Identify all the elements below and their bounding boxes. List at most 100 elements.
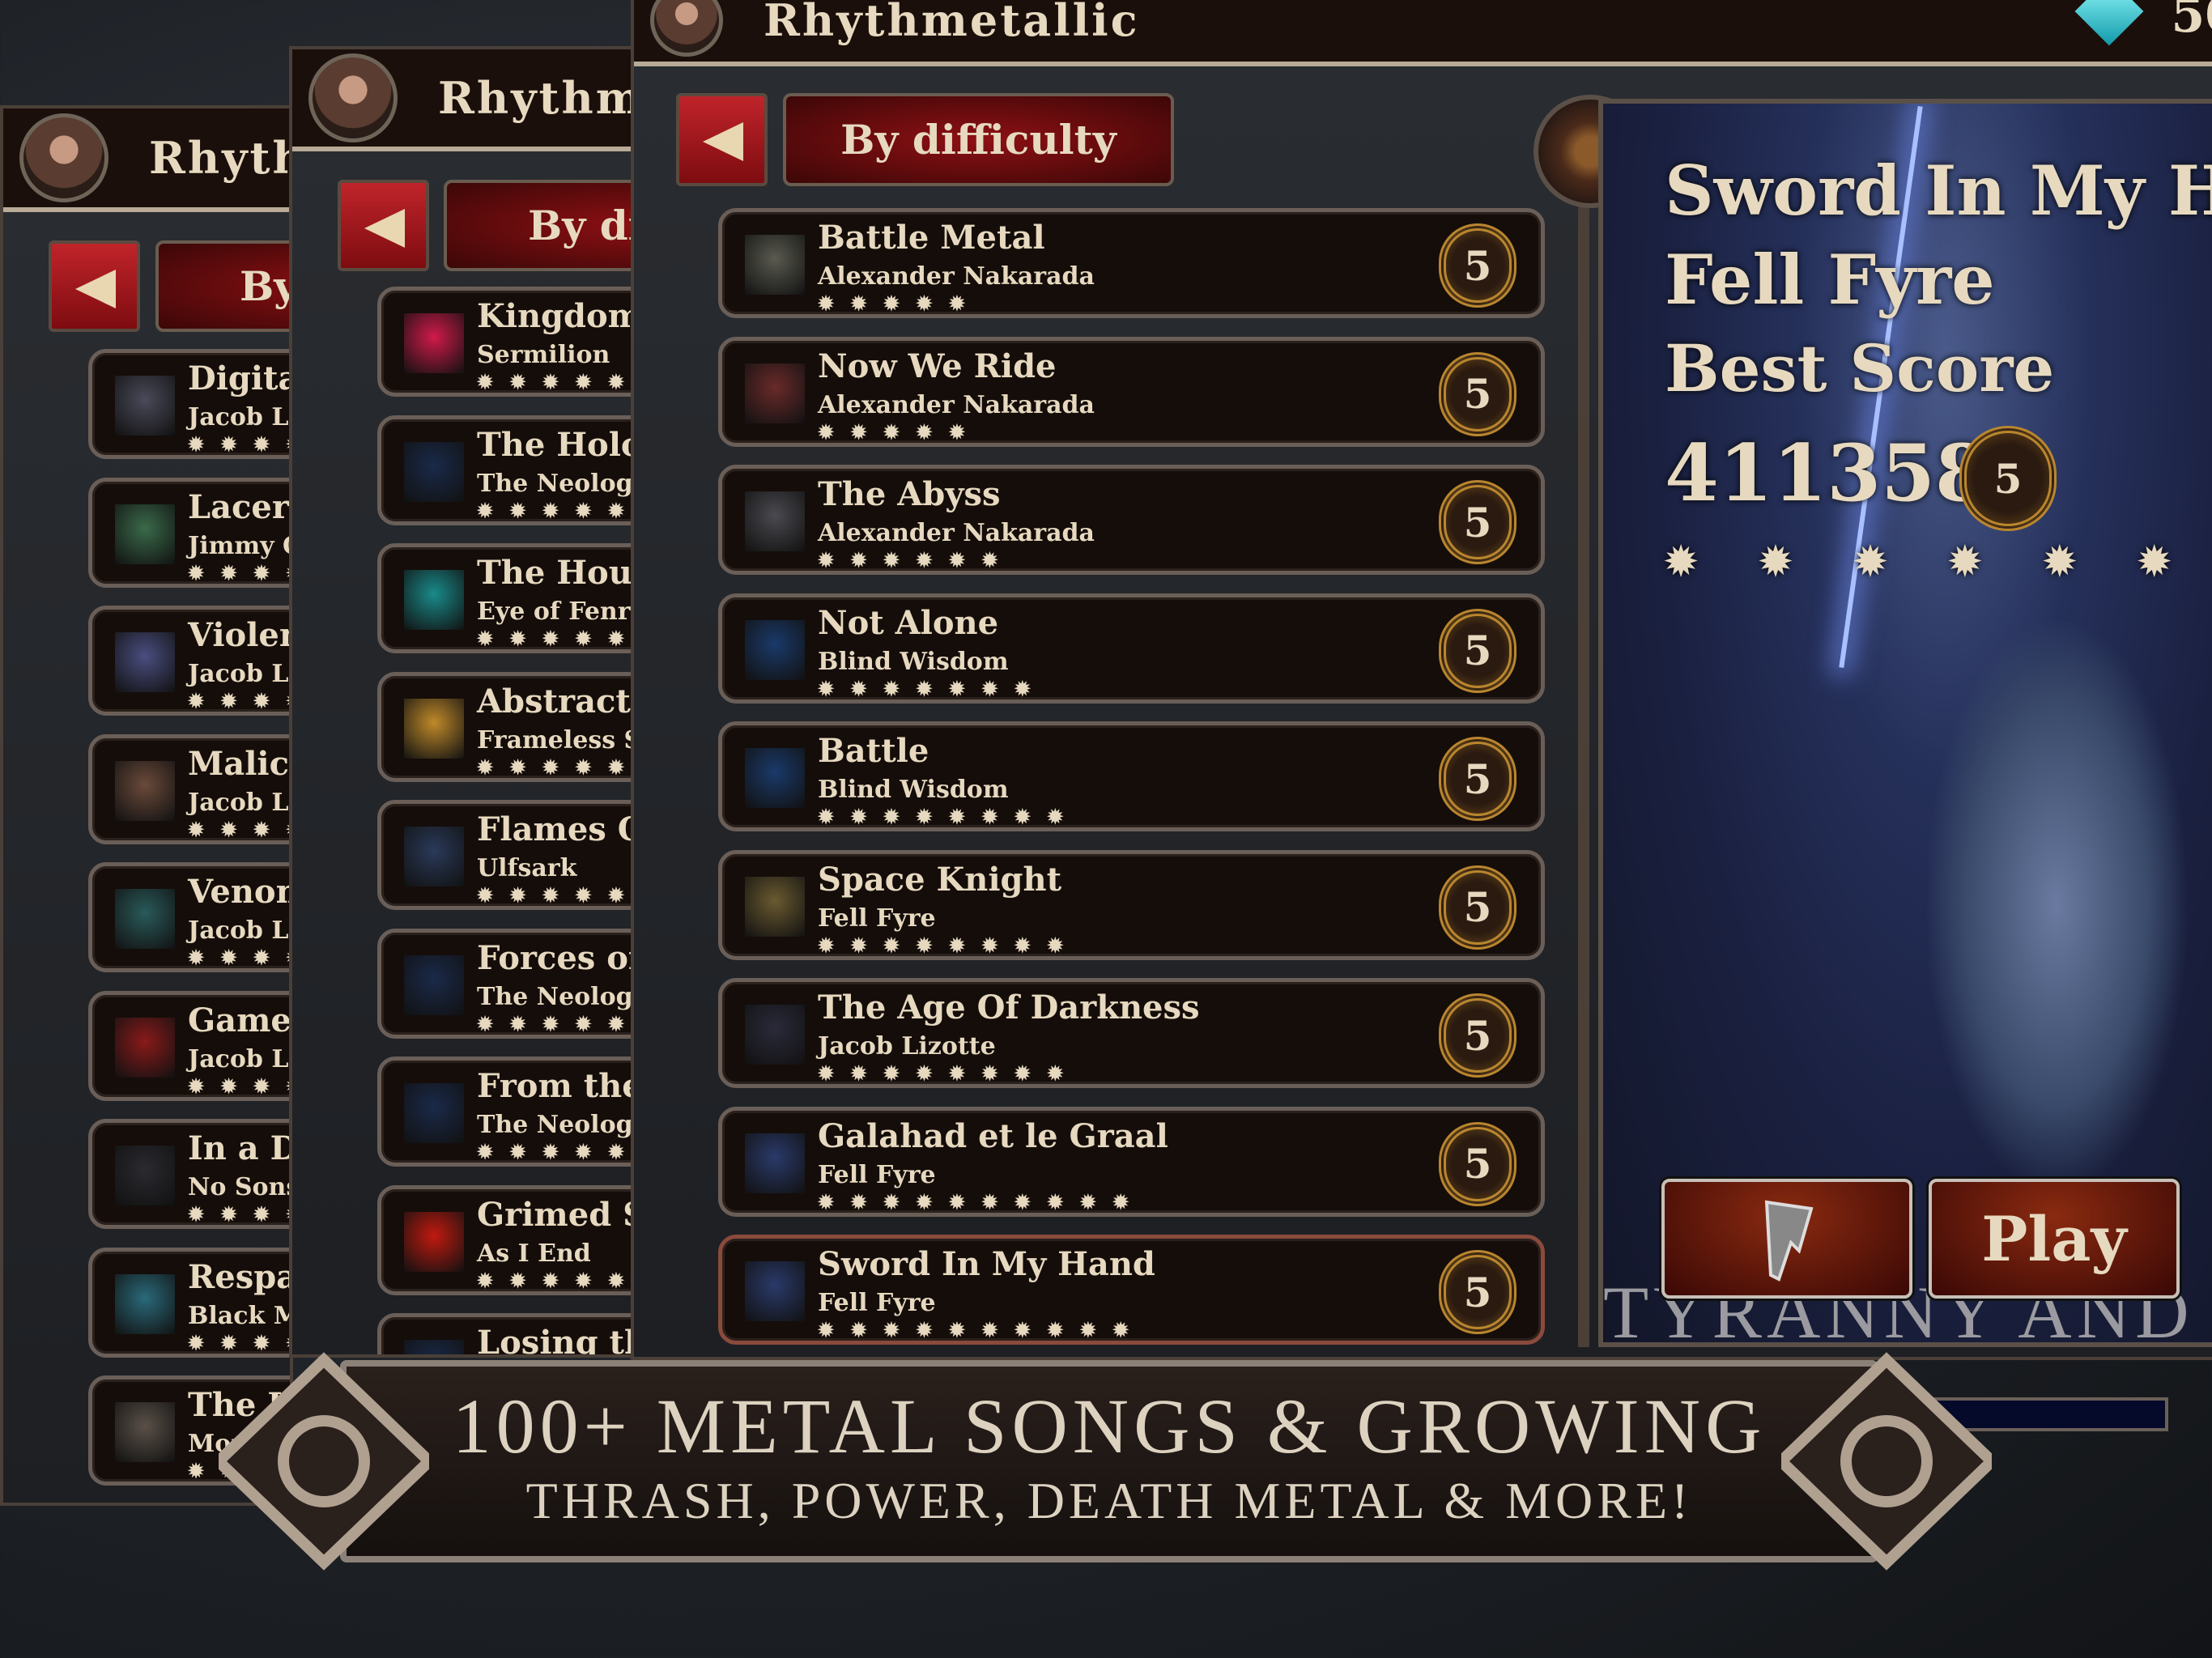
song-title: Kingdom O — [477, 297, 637, 335]
song-row[interactable]: Forces of The Neologist ✹ ✹ ✹ ✹ ✹ ✹ — [377, 928, 634, 1039]
sort-tab[interactable]: By difficulty — [155, 240, 293, 332]
song-title: Violenc — [188, 616, 290, 654]
song-title: The House — [477, 554, 634, 592]
song-row[interactable]: Lacerat Jimmy Ol ✹ ✹ ✹ ✹ — [88, 477, 290, 588]
difficulty-stars: ✹ ✹ ✹ ✹ ✹ ✹ — [818, 548, 1003, 572]
album-thumbnail — [745, 748, 805, 808]
song-artist: Eye of Fenris — [477, 597, 637, 626]
promo-banner: 100+ METAL SONGS & GROWING THRASH, POWER… — [340, 1360, 1878, 1562]
song-title: Galahad et le Graal — [818, 1116, 1168, 1155]
song-row[interactable]: Grimed So As I End ✹ ✹ ✹ ✹ ✹ ✹ — [377, 1184, 634, 1295]
song-row[interactable]: Battle Metal Alexander Nakarada ✹ ✹ ✹ ✹ … — [718, 208, 1545, 318]
song-row[interactable]: Flames Of Ulfsark ✹ ✹ ✹ ✹ ✹ ✹ — [377, 800, 634, 910]
album-thumbnail — [404, 1083, 464, 1143]
song-row[interactable]: Now We Ride Alexander Nakarada ✹ ✹ ✹ ✹ ✹… — [718, 336, 1545, 447]
album-thumbnail — [404, 698, 464, 759]
rank-medal: 5 — [1439, 1121, 1516, 1206]
back-button[interactable] — [676, 93, 768, 186]
song-artist: Jacob Lizotte — [818, 1032, 996, 1061]
album-thumbnail — [404, 954, 464, 1015]
song-row[interactable]: From the The Neologist ✹ ✹ ✹ ✹ ✹ ✹ — [377, 1056, 634, 1167]
difficulty-stars: ✹ ✹ ✹ ✹ — [188, 1202, 290, 1226]
song-row[interactable]: Space Knight Fell Fyre ✹ ✹ ✹ ✹ ✹ ✹ ✹ ✹ 5 — [718, 849, 1545, 960]
promo-subline: THRASH, POWER, DEATH METAL & MORE! — [525, 1472, 1693, 1529]
song-artist: Alexander Nakarada — [818, 262, 1095, 291]
sort-tab-label: By difficulty — [840, 116, 1117, 164]
album-thumbnail — [745, 363, 805, 423]
rank-medal: 5 — [1439, 1250, 1516, 1334]
album-thumbnail — [745, 235, 805, 295]
album-thumbnail — [115, 1017, 175, 1078]
album-thumbnail — [745, 1261, 805, 1321]
song-row[interactable]: The Holog The Neologist ✹ ✹ ✹ ✹ ✹ ✹ — [377, 414, 634, 525]
album-thumbnail — [404, 1211, 464, 1272]
song-artist: Jimmy Ol — [188, 531, 290, 560]
song-artist: Jacob Liz — [188, 788, 290, 817]
song-row[interactable]: The Abyss Alexander Nakarada ✹ ✹ ✹ ✹ ✹ ✹… — [718, 465, 1545, 575]
song-list-panel-middle: Rhythmetallic By difficulty Kingdom O Se… — [289, 46, 637, 1358]
sort-tab-label: By difficulty — [240, 262, 293, 310]
song-row[interactable]: The Age Of Darkness Jacob Lizotte ✹ ✹ ✹ … — [718, 978, 1545, 1088]
difficulty-stars: ✹ ✹ ✹ ✹ ✹ ✹ — [477, 883, 634, 907]
song-row[interactable]: Abstract Frameless Sc ✹ ✹ ✹ ✹ ✹ ✹ — [377, 671, 634, 782]
song-artist: Alexander Nakarada — [818, 390, 1095, 419]
difficulty-stars: ✹ ✹ ✹ ✹ — [188, 817, 290, 841]
difficulty-stars: ✹ ✹ ✹ ✹ ✹ ✹ — [477, 755, 634, 779]
song-title: The Age Of Darkness — [818, 988, 1200, 1027]
album-thumbnail — [745, 491, 805, 551]
song-row[interactable]: Game O Jacob Liz ✹ ✹ ✹ ✹ — [88, 990, 290, 1101]
sort-tab[interactable]: By difficulty — [444, 180, 634, 271]
difficulty-stars: ✹ ✹ ✹ ✹ ✹ ✹ — [477, 1011, 634, 1035]
gem-count: 50 — [2171, 0, 2212, 44]
song-row[interactable]: Malice Jacob Liz ✹ ✹ ✹ ✹ — [88, 733, 290, 844]
banner-button[interactable] — [1661, 1179, 1912, 1299]
medal-rank: 5 — [1463, 241, 1492, 290]
album-thumbnail — [115, 376, 175, 436]
song-row[interactable]: In a Da No Sons ✹ ✹ ✹ ✹ — [88, 1119, 293, 1229]
song-list-panel-back: Rhythmetallic By difficulty Digital Jaco… — [0, 105, 293, 1506]
song-title: Losing the — [477, 1324, 634, 1358]
difficulty-stars: ✹ ✹ ✹ ✹ ✹ ✹ — [477, 627, 634, 650]
back-button[interactable] — [338, 180, 429, 271]
difficulty-stars: ✹ ✹ ✹ ✹ ✹ ✹ ✹ ✹ ✹ ✹ — [818, 1318, 1134, 1341]
sort-tab[interactable]: By difficulty — [783, 93, 1174, 186]
song-row[interactable]: Respaw Black Ma ✹ ✹ ✹ ✹ — [88, 1247, 290, 1358]
rank-medal: 5 — [1439, 480, 1516, 564]
best-score-label: Best Score — [1665, 330, 2055, 406]
song-row[interactable]: Violenc Jacob Liz ✹ ✹ ✹ ✹ — [88, 606, 290, 716]
song-row[interactable]: Galahad et le Graal Fell Fyre ✹ ✹ ✹ ✹ ✹ … — [718, 1106, 1545, 1217]
rank-medal: 5 — [1439, 608, 1516, 693]
song-row[interactable]: Venom Jacob Liz ✹ ✹ ✹ ✹ — [88, 862, 290, 972]
song-row[interactable]: Sword In My Hand Fell Fyre ✹ ✹ ✹ ✹ ✹ ✹ ✹… — [718, 1235, 1545, 1345]
album-thumbnail — [404, 441, 464, 502]
avatar[interactable] — [19, 113, 108, 202]
difficulty-stars: ✹ ✹ ✹ ✹ ✹ ✹ — [477, 1268, 634, 1292]
album-thumbnail — [115, 504, 175, 564]
album-thumbnail — [115, 889, 175, 949]
best-score-stars: ✹ ✹ ✹ ✹ ✹ ✹ ✹ ✹ ✹ ✹ — [1665, 539, 2212, 585]
album-thumbnail — [115, 632, 175, 692]
album-thumbnail — [115, 1402, 175, 1462]
song-row[interactable]: Kingdom O Sermilion ✹ ✹ ✹ ✹ ✹ ✹ — [377, 287, 637, 397]
medal-rank: 5 — [1463, 498, 1492, 546]
song-title: Grimed So — [477, 1195, 634, 1234]
avatar[interactable] — [650, 0, 723, 57]
play-button[interactable]: Play — [1929, 1179, 2180, 1299]
song-title: The Holog — [477, 425, 634, 464]
song-row[interactable]: Not Alone Blind Wisdom ✹ ✹ ✹ ✹ ✹ ✹ ✹ 5 — [718, 593, 1545, 704]
back-button[interactable] — [49, 240, 140, 332]
song-artist: Jacob Liz — [188, 660, 290, 688]
avatar[interactable] — [308, 53, 398, 142]
song-row[interactable]: Digital Jacob Liz ✹ ✹ ✹ ✹ — [88, 349, 290, 459]
medal-rank: 5 — [1463, 1011, 1492, 1060]
medal-rank: 5 — [1993, 454, 2023, 503]
medal-rank: 5 — [1463, 883, 1492, 931]
album-art-knight — [1927, 622, 2186, 1188]
song-row[interactable]: Battle Blind Wisdom ✹ ✹ ✹ ✹ ✹ ✹ ✹ ✹ 5 — [718, 721, 1545, 831]
album-thumbnail — [745, 876, 805, 937]
rank-medal: 5 — [1439, 993, 1516, 1078]
song-artist: No Sons — [188, 1173, 293, 1201]
difficulty-stars: ✹ ✹ ✹ ✹ — [188, 1073, 290, 1098]
song-artist: Ulfsark — [477, 854, 577, 882]
song-row[interactable]: The House Eye of Fenris ✹ ✹ ✹ ✹ ✹ ✹ — [377, 543, 637, 653]
